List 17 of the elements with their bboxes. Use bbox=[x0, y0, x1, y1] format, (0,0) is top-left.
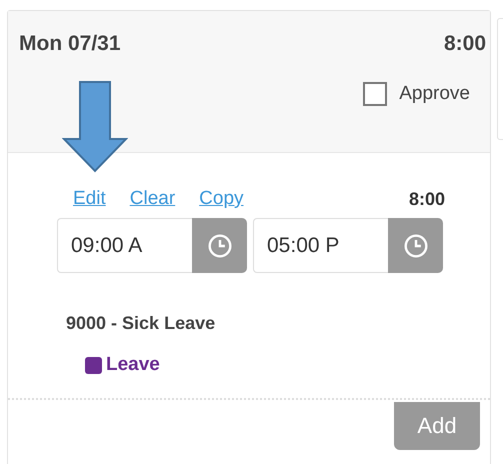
day-total: 8:00 bbox=[444, 32, 486, 56]
add-button[interactable]: Add bbox=[394, 402, 480, 450]
clock-button[interactable] bbox=[192, 218, 247, 273]
checkbox-square[interactable] bbox=[363, 82, 388, 106]
day-title: Mon 07/31 bbox=[19, 32, 121, 56]
tag-label: Leave bbox=[106, 354, 160, 376]
action-link[interactable]: Edit bbox=[73, 188, 106, 210]
action-link[interactable]: Copy bbox=[199, 188, 244, 210]
clock-icon bbox=[206, 232, 232, 258]
clock-button[interactable] bbox=[388, 218, 443, 273]
action-link[interactable]: Clear bbox=[130, 188, 176, 210]
pay-code: 9000 - Sick Leave bbox=[66, 313, 216, 334]
approve-checkbox[interactable]: Approve bbox=[363, 82, 470, 106]
entry-total: 8:00 bbox=[408, 188, 445, 210]
time-field[interactable]: 09:00 A bbox=[57, 218, 192, 273]
time-field[interactable]: 05:00 P bbox=[253, 218, 388, 273]
clock-icon bbox=[402, 232, 428, 258]
